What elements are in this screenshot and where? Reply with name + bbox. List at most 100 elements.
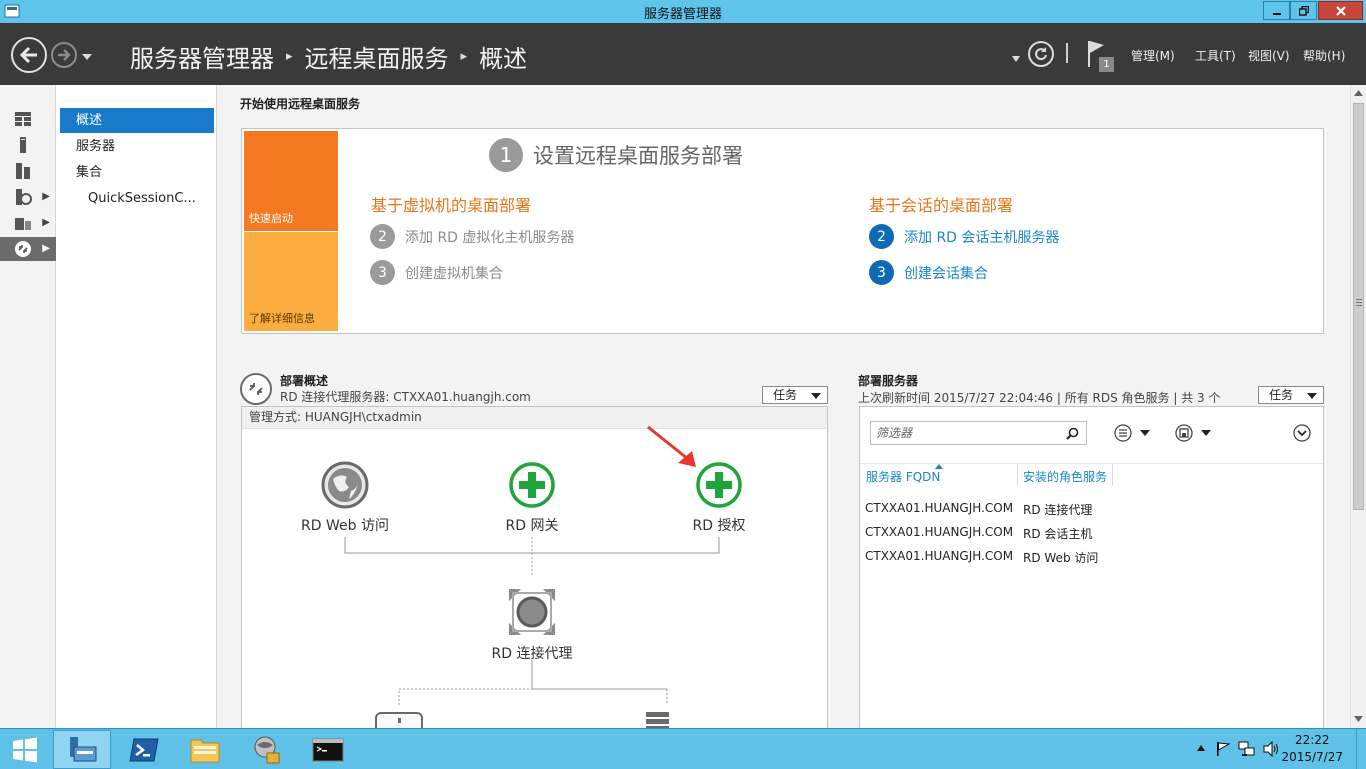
- learn-more-label: 了解详细信息: [249, 312, 315, 325]
- network-icon[interactable]: [1238, 740, 1256, 758]
- window-title: 服务器管理器: [643, 7, 722, 22]
- header-bar: 服务器管理器 ▸ 远程桌面服务 ▸ 概述 1 管理(M) 工具(T) 视图(V)…: [0, 23, 1366, 85]
- start-button[interactable]: [0, 730, 50, 769]
- servers-tasks-button[interactable]: 任务: [1258, 386, 1324, 404]
- tasks-label: 任务: [773, 388, 798, 402]
- notifications-button[interactable]: 1: [1086, 39, 1118, 75]
- show-hidden-icons-icon[interactable]: [1197, 745, 1205, 751]
- nav-item-collections[interactable]: 集合: [60, 160, 214, 185]
- folder-server-icon: [15, 218, 31, 230]
- expand-collapse-button[interactable]: [1293, 424, 1311, 445]
- overview-tasks-button[interactable]: 任务: [762, 386, 828, 404]
- virtualization-host-icon[interactable]: [646, 712, 669, 728]
- chevron-down-icon: [1012, 56, 1020, 62]
- taskbar-remote-desktop[interactable]: [238, 730, 296, 769]
- role-label: RD 授权: [692, 518, 746, 534]
- history-dropdown[interactable]: [82, 50, 92, 64]
- volume-icon[interactable]: [1263, 741, 1279, 757]
- column-header-roles[interactable]: 安装的角色服务: [1023, 468, 1107, 485]
- cell-fqdn: CTXXA01.HUANGJH.COM: [865, 525, 1014, 539]
- breadcrumb-item[interactable]: 概述: [479, 39, 527, 74]
- role-rd-web-access[interactable]: RD Web 访问: [295, 461, 395, 535]
- strip-file-storage[interactable]: ▶: [0, 185, 56, 209]
- clock-date: 2015/7/27: [1281, 750, 1343, 764]
- step-number-badge: 2: [370, 224, 395, 249]
- back-arrow-icon: [19, 46, 37, 64]
- taskbar-command-prompt[interactable]: [299, 730, 357, 769]
- minimize-button[interactable]: [1263, 1, 1290, 20]
- role-label: RD Web 访问: [301, 518, 389, 534]
- nav-item-servers[interactable]: 服务器: [60, 134, 214, 159]
- column-header-fqdn[interactable]: 服务器 FQDN: [866, 468, 940, 485]
- chevron-down-icon: [1307, 393, 1317, 399]
- strip-all-servers[interactable]: [0, 159, 56, 183]
- breadcrumb-separator-icon: ▸: [286, 49, 293, 64]
- deployment-servers-panel: 筛选器 服务器 FQDN 安装的角色服务 CTXXA01.HUANGJH.COM…: [859, 406, 1324, 728]
- scrollbar-thumb[interactable]: [1353, 103, 1364, 510]
- strip-local-server[interactable]: [0, 133, 56, 157]
- restore-icon: [1298, 5, 1309, 16]
- menu-help[interactable]: 帮助(H): [1303, 47, 1345, 64]
- nav-item-collection-quicksession[interactable]: QuickSessionC...: [60, 186, 214, 211]
- close-button[interactable]: [1318, 1, 1363, 20]
- learn-more-tile[interactable]: 了解详细信息: [244, 232, 338, 331]
- powershell-icon: [129, 738, 159, 761]
- step-link-label[interactable]: 创建会话集合: [904, 263, 988, 283]
- session-step-add-session-host[interactable]: 2 添加 RD 会话主机服务器: [869, 224, 1059, 249]
- strip-dashboard[interactable]: [0, 107, 56, 131]
- strip-remote-desktop-services[interactable]: ▶: [0, 237, 56, 261]
- column-separator[interactable]: [1112, 464, 1113, 486]
- role-rd-licensing[interactable]: RD 授权: [669, 461, 769, 535]
- refresh-icon: [1035, 47, 1047, 61]
- scroll-up-icon[interactable]: [1354, 90, 1363, 96]
- filter-input[interactable]: 筛选器: [870, 421, 1087, 445]
- refresh-dropdown[interactable]: [1012, 51, 1020, 65]
- back-button[interactable]: [11, 37, 47, 73]
- list-options-button[interactable]: [1114, 424, 1154, 445]
- maximize-button[interactable]: [1290, 1, 1317, 20]
- show-desktop-button[interactable]: [1356, 729, 1366, 769]
- windows-logo-icon: [13, 737, 37, 762]
- menu-tools[interactable]: 工具(T): [1195, 47, 1236, 64]
- menu-view[interactable]: 视图(V): [1248, 47, 1290, 64]
- deployment-connectors: [344, 537, 720, 705]
- expand-icon[interactable]: ▶: [42, 243, 50, 254]
- forward-arrow-icon: [58, 49, 71, 61]
- step-label: 创建虚拟机集合: [405, 265, 503, 282]
- cell-fqdn: CTXXA01.HUANGJH.COM: [865, 549, 1014, 563]
- step1-heading: 1 设置远程桌面服务部署: [489, 138, 743, 172]
- taskbar-file-explorer[interactable]: [176, 730, 234, 769]
- refresh-button[interactable]: [1028, 41, 1054, 67]
- breadcrumb-item[interactable]: 服务器管理器: [130, 39, 274, 74]
- role-rd-connection-broker[interactable]: RD 连接代理: [472, 587, 592, 663]
- strip-iis[interactable]: ▶: [0, 211, 56, 235]
- connection-broker-icon: [509, 589, 555, 635]
- search-icon[interactable]: [1066, 427, 1079, 440]
- expand-icon[interactable]: ▶: [42, 191, 50, 202]
- column-separator[interactable]: [1017, 464, 1018, 486]
- command-prompt-icon: [312, 738, 344, 761]
- session-step-create-session-collection[interactable]: 3 创建会话集合: [869, 260, 988, 285]
- menu-manage[interactable]: 管理(M): [1131, 47, 1175, 64]
- expand-icon[interactable]: ▶: [42, 217, 50, 228]
- clock[interactable]: 22:22 2015/7/27: [1281, 732, 1343, 766]
- step-link-label[interactable]: 添加 RD 会话主机服务器: [904, 227, 1059, 247]
- vertical-scrollbar[interactable]: [1350, 85, 1366, 728]
- action-center-flag-icon[interactable]: [1215, 741, 1231, 757]
- breadcrumb-item[interactable]: 远程桌面服务: [305, 39, 449, 74]
- chevron-down-icon: [82, 54, 92, 60]
- quick-start-label: 快速启动: [249, 212, 293, 225]
- session-host-icon[interactable]: [375, 712, 423, 728]
- nav-item-overview[interactable]: 概述: [60, 108, 214, 133]
- taskbar-powershell[interactable]: [115, 730, 173, 769]
- quick-start-tile[interactable]: 快速启动: [244, 131, 338, 231]
- scroll-down-icon[interactable]: [1354, 716, 1363, 722]
- add-role-icon: [509, 462, 555, 508]
- forward-button[interactable]: [51, 42, 77, 68]
- taskbar-server-manager[interactable]: [53, 730, 111, 769]
- vm-step-add-virtualization-host: 2 添加 RD 虚拟化主机服务器: [370, 224, 574, 249]
- role-rd-gateway[interactable]: RD 网关: [482, 461, 582, 535]
- breadcrumb-separator-icon: ▸: [460, 49, 468, 64]
- add-role-icon: [696, 462, 742, 508]
- save-query-button[interactable]: [1175, 424, 1215, 445]
